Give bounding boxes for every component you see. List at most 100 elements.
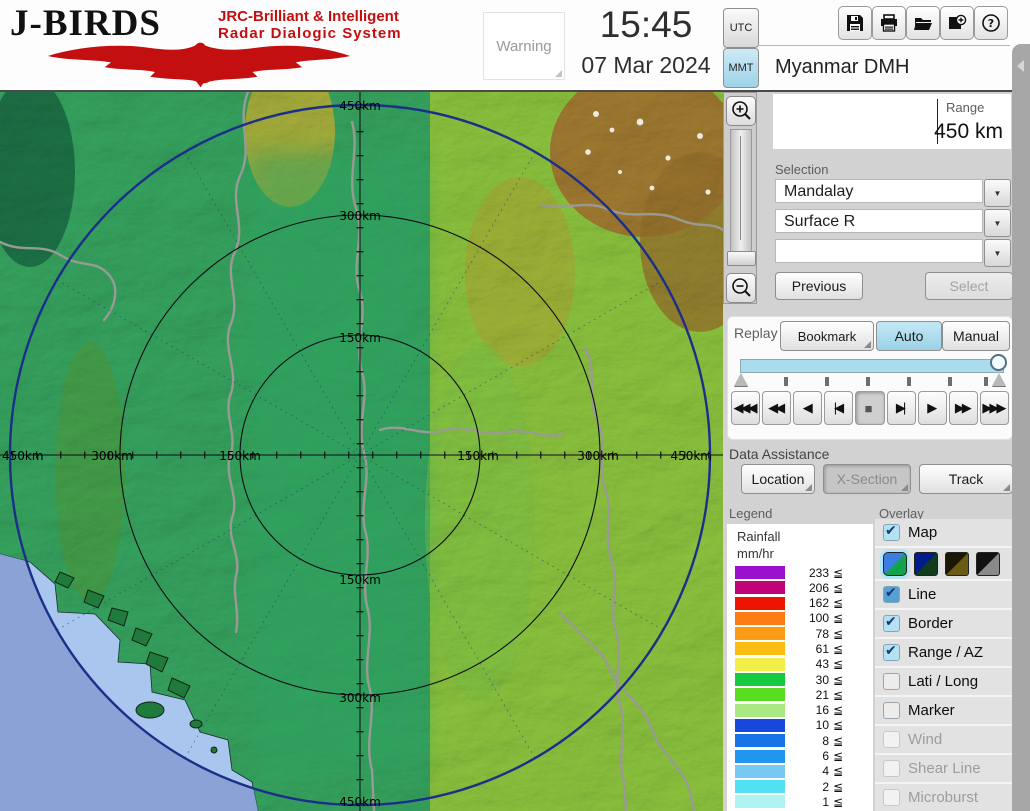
replay-range-end-marker[interactable] (992, 373, 1006, 386)
play-backward-button[interactable]: ◀ (793, 391, 822, 425)
site-dropdown: Mandalay ▼ (775, 179, 1011, 205)
replay-slider-handle[interactable] (990, 354, 1007, 371)
option-dropdown-value[interactable] (775, 239, 983, 263)
map-style-swatch-black-gray[interactable] (976, 552, 1000, 576)
legend-label: Legend (729, 506, 772, 521)
range-az-checkbox[interactable] (883, 644, 900, 661)
auto-button[interactable]: Auto (876, 321, 942, 351)
add-view-icon (947, 13, 967, 33)
fast-forward-3x-button[interactable]: ▶▶▶ (980, 391, 1009, 425)
replay-label: Replay (734, 325, 778, 341)
header-bar: J-BIRDS JRC-Brilliant & Intelligent Rada… (0, 0, 1030, 92)
help-button[interactable]: ? (974, 6, 1008, 40)
replay-slider-track[interactable] (740, 359, 1004, 373)
replay-range-start-marker[interactable] (734, 373, 748, 386)
bookmark-label: Bookmark (798, 329, 857, 344)
x-section-button[interactable]: X-Section (823, 464, 911, 494)
svg-text:300km: 300km (91, 449, 133, 463)
map-style-swatch-navy-green[interactable] (914, 552, 938, 576)
border-checkbox[interactable] (883, 615, 900, 632)
app-logo-subtitle-1: JRC-Brilliant & Intelligent (218, 8, 399, 25)
zoom-slider-handle[interactable] (727, 251, 756, 266)
location-button[interactable]: Location (741, 464, 815, 494)
play-button[interactable]: ▶ (918, 391, 947, 425)
open-file-button[interactable] (906, 6, 940, 40)
zoom-out-button[interactable] (726, 273, 756, 303)
legend-title: Rainfall (737, 529, 780, 544)
save-icon (845, 13, 865, 33)
app-logo-title: J-BIRDS (10, 2, 161, 45)
svg-text:150km: 150km (339, 573, 381, 587)
svg-text:?: ? (988, 17, 994, 30)
wind-checkbox (883, 731, 900, 748)
playback-buttons: ◀◀◀ ◀◀ ◀ |◀ ■ ▶| ▶ ▶▶ ▶▶▶ (731, 391, 1009, 425)
legend-swatch (735, 658, 785, 671)
slider-tick (784, 377, 788, 386)
product-dropdown: Surface R ▼ (775, 209, 1011, 235)
legend-entry: 78≦ (735, 627, 867, 640)
overlay-item-lati-long[interactable]: Lati / Long (875, 668, 1013, 697)
lati-long-checkbox[interactable] (883, 673, 900, 690)
warning-button[interactable]: Warning (483, 12, 565, 80)
map-style-swatch-dark-olive[interactable] (945, 552, 969, 576)
site-dropdown-value[interactable]: Mandalay (775, 179, 983, 203)
clock-date: 07 Mar 2024 (556, 52, 736, 79)
step-forward-button[interactable]: ▶| (887, 391, 916, 425)
overlay-item-border[interactable]: Border (875, 610, 1013, 639)
overlay-item-range-az[interactable]: Range / AZ (875, 639, 1013, 668)
legend-entry: 1≦ (735, 795, 867, 808)
overlay-item-marker[interactable]: Marker (875, 697, 1013, 726)
legend-swatch (735, 642, 785, 655)
track-button[interactable]: Track (919, 464, 1013, 494)
legend-scale: 233≦ 206≦ 162≦ 100≦ 78≦ 61≦ 43≦ 30≦ 21≦ … (735, 566, 867, 808)
overlay-item-microburst: Microburst (875, 784, 1013, 811)
corner-menu-triangle (901, 484, 908, 491)
fast-rewind-3x-button[interactable]: ◀◀◀ (731, 391, 760, 425)
zoom-out-icon (730, 277, 752, 299)
fast-forward-button[interactable]: ▶▶ (949, 391, 978, 425)
zoom-slider-track[interactable] (730, 129, 752, 253)
option-dropdown: ▼ (775, 239, 1011, 265)
previous-button[interactable]: Previous (775, 272, 863, 300)
site-name: Myanmar DMH (775, 56, 909, 79)
data-assistance-label: Data Assistance (729, 446, 829, 462)
stop-button[interactable]: ■ (855, 391, 884, 425)
panel-collapse-strip[interactable] (1012, 44, 1030, 811)
svg-text:150km: 150km (457, 449, 499, 463)
add-view-button[interactable] (940, 6, 974, 40)
product-dropdown-button[interactable]: ▼ (984, 209, 1011, 237)
radar-map[interactable]: 450km 300km 150km 150km 300km 450km 450k… (0, 92, 723, 811)
map-zoom-strip (723, 92, 757, 304)
control-panel: Range 450 km Selection Mandalay ▼ Surfac… (723, 92, 1030, 811)
legend-entry: 61≦ (735, 642, 867, 655)
select-button[interactable]: Select (925, 272, 1013, 300)
bookmark-button[interactable]: Bookmark (780, 321, 874, 351)
mmt-toggle-button[interactable]: MMT (723, 48, 759, 88)
overlay-item-map[interactable]: Map (875, 519, 1013, 548)
legend-entry: 16≦ (735, 704, 867, 717)
legend-swatch (735, 581, 785, 594)
svg-text:450km: 450km (2, 449, 44, 463)
manual-button[interactable]: Manual (942, 321, 1010, 351)
legend-swatch (735, 627, 785, 640)
map-style-swatch-blue-green[interactable] (883, 552, 907, 576)
map-checkbox[interactable] (883, 524, 900, 541)
option-dropdown-button[interactable]: ▼ (984, 239, 1011, 267)
line-checkbox[interactable] (883, 586, 900, 603)
step-backward-button[interactable]: |◀ (824, 391, 853, 425)
legend-swatch (735, 765, 785, 778)
utc-toggle-button[interactable]: UTC (723, 8, 759, 48)
corner-menu-triangle (864, 341, 871, 348)
overlay-card: Map Line Border Range / AZ (875, 519, 1013, 811)
marker-checkbox[interactable] (883, 702, 900, 719)
print-button[interactable] (872, 6, 906, 40)
svg-text:150km: 150km (339, 331, 381, 345)
site-dropdown-button[interactable]: ▼ (984, 179, 1011, 207)
zoom-in-button[interactable] (726, 96, 756, 126)
corner-menu-triangle (1003, 484, 1010, 491)
range-label: Range (946, 100, 984, 115)
fast-rewind-button[interactable]: ◀◀ (762, 391, 791, 425)
product-dropdown-value[interactable]: Surface R (775, 209, 983, 233)
save-button[interactable] (838, 6, 872, 40)
overlay-item-line[interactable]: Line (875, 581, 1013, 610)
